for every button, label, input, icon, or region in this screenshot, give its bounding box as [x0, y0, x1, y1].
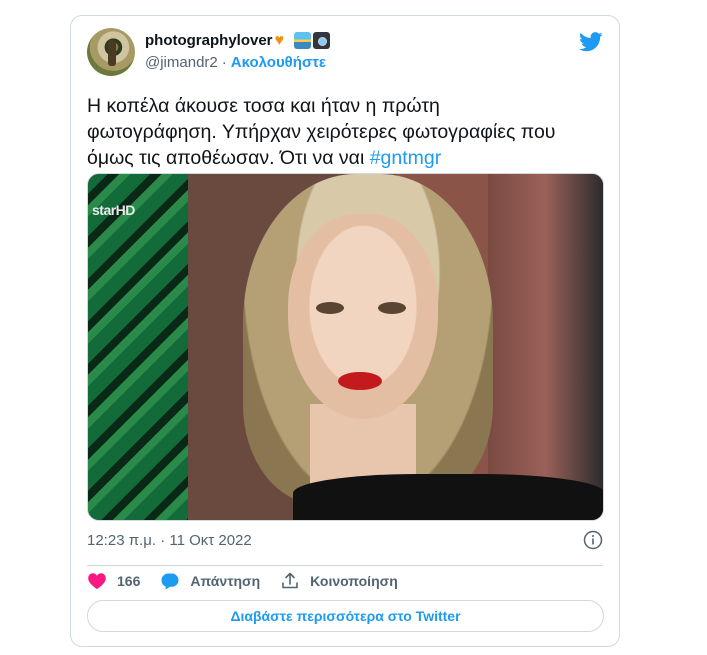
media-background-figure [88, 174, 188, 520]
media-lips [338, 372, 382, 390]
author-handle[interactable]: @jimandr2 [145, 54, 218, 71]
like-count: 166 [117, 573, 141, 589]
reply-label: Απάντηση [190, 573, 261, 589]
reply-bubble-icon [161, 573, 179, 590]
author-handle-line: @jimandr2 · Ακολουθήστε [145, 54, 326, 71]
hashtag-link[interactable]: #gntmgr [370, 147, 442, 169]
info-icon[interactable] [583, 530, 603, 550]
orange-heart-icon: ♥ [274, 32, 285, 49]
heart-icon [88, 573, 106, 589]
media-top [293, 474, 603, 520]
media-eye-left [316, 302, 344, 314]
media-background-right [488, 174, 603, 520]
tweet-media-image[interactable]: starHD [87, 173, 604, 521]
author-display-name[interactable]: photographylover [145, 32, 273, 49]
share-button[interactable]: Κοινοποίηση [280, 571, 398, 591]
separator-dot: · [221, 54, 227, 71]
tweet-card: photographylover ♥ @jimandr2 · Ακολουθήστε… [70, 15, 620, 647]
tweet-timestamp[interactable]: 12:23 π.μ. · 11 Οκτ 2022 [87, 532, 252, 549]
author-name-line[interactable]: photographylover ♥ [145, 32, 330, 49]
share-icon [282, 572, 298, 589]
tweet-header: photographylover ♥ @jimandr2 · Ακολουθήστε [87, 28, 603, 78]
camera-icon [312, 32, 330, 49]
tweet-text: Η κοπέλα άκουσε τοσα και ήταν η πρώτη φω… [87, 93, 607, 171]
sunrise-icon [293, 32, 311, 49]
read-more-button[interactable]: Διαβάστε περισσότερα στο Twitter [87, 600, 604, 632]
channel-logo: starHD [92, 202, 135, 218]
reply-button[interactable]: Απάντηση [160, 571, 260, 591]
media-eye-right [378, 302, 406, 314]
divider [87, 565, 603, 566]
avatar[interactable] [87, 28, 135, 76]
twitter-bird-icon[interactable] [579, 32, 603, 52]
tweet-body: Η κοπέλα άκουσε τοσα και ήταν η πρώτη φω… [87, 95, 556, 169]
share-label: Κοινοποίηση [310, 573, 398, 589]
follow-button[interactable]: Ακολουθήστε [231, 54, 326, 71]
like-button[interactable]: 166 [87, 571, 140, 591]
tweet-actions: 166 Απάντηση Κοινοποίηση [87, 569, 418, 593]
